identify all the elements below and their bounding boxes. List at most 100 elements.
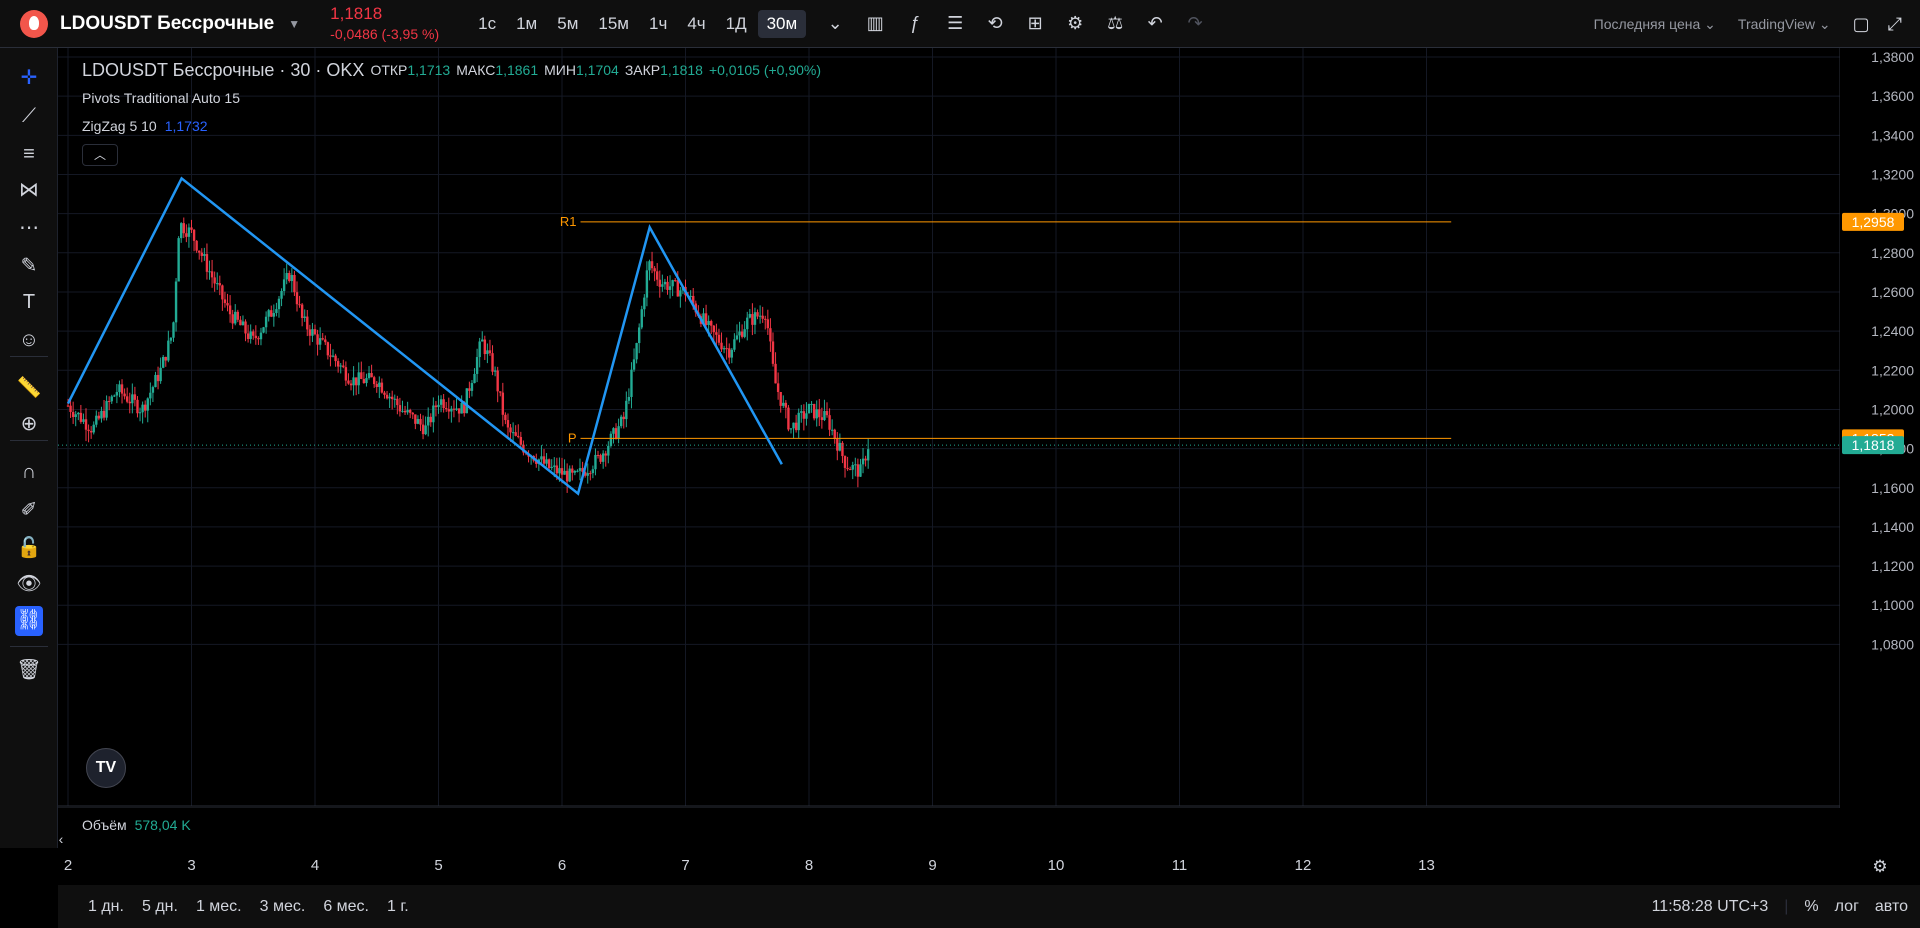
- interval-1d[interactable]: 1Д: [717, 10, 756, 38]
- pattern-icon[interactable]: ⋈: [15, 176, 43, 204]
- lock-drawing-icon[interactable]: ✐: [15, 496, 43, 524]
- candle-body: [563, 470, 566, 475]
- candle-body: [411, 412, 414, 415]
- range-1y[interactable]: 1 г.: [387, 898, 409, 916]
- candle-body: [470, 383, 474, 391]
- settings-icon[interactable]: ⚙: [1064, 13, 1086, 34]
- window-icon[interactable]: ▢: [1853, 14, 1870, 35]
- candle-body: [601, 453, 605, 462]
- alerts-icon[interactable]: ⊞: [1024, 13, 1046, 34]
- indicators-icon[interactable]: ƒ: [904, 13, 926, 34]
- visibility-icon[interactable]: 👁: [15, 570, 43, 598]
- log-toggle[interactable]: лог: [1835, 898, 1859, 916]
- range-6m[interactable]: 6 мес.: [323, 898, 369, 916]
- candle-body: [766, 319, 770, 329]
- candle-body: [578, 468, 582, 471]
- volume-legend: Объём 578,04 K: [82, 817, 191, 833]
- forecast-icon[interactable]: ⋯: [15, 214, 43, 242]
- candle-body: [671, 280, 674, 287]
- interval-4h[interactable]: 4ч: [678, 10, 714, 38]
- clock[interactable]: 11:58:28 UTC+3: [1652, 898, 1769, 916]
- price-axis[interactable]: 1,38001,36001,34001,32001,30001,28001,26…: [1840, 48, 1920, 808]
- candle-body: [336, 361, 340, 367]
- redo-icon[interactable]: ↷: [1184, 13, 1206, 34]
- compare-icon[interactable]: ⚖: [1104, 13, 1126, 34]
- unlock-icon[interactable]: 🔓: [15, 534, 43, 562]
- interval-15m[interactable]: 15м: [589, 10, 638, 38]
- replay-icon[interactable]: ⟲: [984, 13, 1006, 34]
- fullscreen-icon[interactable]: ⤢: [1888, 14, 1902, 35]
- link-icon[interactable]: ⛓: [15, 606, 43, 636]
- candle-body: [285, 273, 288, 280]
- candle-body: [596, 454, 600, 456]
- candle-body: [293, 274, 296, 293]
- interval-chevron-icon[interactable]: ⌄: [824, 13, 846, 34]
- ruler-icon[interactable]: 📏: [15, 374, 43, 402]
- r1-badge-value: 1,2958: [1852, 214, 1895, 230]
- collapse-legend-button[interactable]: ︿: [82, 144, 118, 166]
- candle-body: [77, 412, 80, 415]
- candle-body: [725, 348, 728, 350]
- symbol-title[interactable]: LDOUSDT Бессрочные: [60, 13, 274, 35]
- candle-body: [740, 331, 744, 337]
- last-price: 1,1818: [330, 3, 383, 23]
- fib-lines-icon[interactable]: ≡: [15, 140, 43, 168]
- tradingview-logo-icon[interactable]: TV: [86, 748, 126, 788]
- time-tick-label: 12: [1295, 857, 1312, 874]
- candle-body: [190, 227, 193, 230]
- chart-legend: LDOUSDT Бессрочные · 30 · OKX ОТКР 1,1713…: [82, 61, 821, 166]
- candle-body: [794, 422, 798, 431]
- magnet-icon[interactable]: ∩: [15, 458, 43, 486]
- open-value: 1,1713: [407, 62, 451, 78]
- candle-body: [66, 405, 70, 407]
- candle-body: [318, 338, 322, 345]
- auto-toggle[interactable]: авто: [1875, 898, 1908, 916]
- candle-body: [864, 458, 867, 461]
- range-1m[interactable]: 1 мес.: [196, 898, 242, 916]
- candle-body: [658, 279, 661, 287]
- undo-icon[interactable]: ↶: [1144, 13, 1166, 34]
- percent-toggle[interactable]: %: [1804, 898, 1818, 916]
- axis-settings-icon[interactable]: ⚙: [1872, 857, 1887, 876]
- interval-5m[interactable]: 5м: [548, 10, 587, 38]
- zoom-icon[interactable]: ⊕: [15, 410, 43, 438]
- brush-icon[interactable]: ✎: [15, 252, 43, 280]
- pivots-indicator-label[interactable]: Pivots Traditional Auto 15: [82, 90, 821, 106]
- toolbar-divider: [10, 646, 48, 647]
- range-1d[interactable]: 1 дн.: [88, 898, 124, 916]
- brand-dropdown[interactable]: TradingView ⌄: [1738, 16, 1831, 33]
- candle-body: [138, 412, 142, 414]
- emoji-icon[interactable]: ☺: [15, 326, 43, 354]
- price-tick-label: 1,2200: [1871, 362, 1914, 378]
- price-type-dropdown[interactable]: Последняя цена ⌄: [1594, 16, 1716, 33]
- indicator-list-icon[interactable]: ☰: [944, 13, 966, 34]
- candle-body: [203, 254, 206, 256]
- chevron-down-icon[interactable]: ▼: [288, 17, 300, 31]
- trend-line-icon[interactable]: ⟋: [15, 102, 43, 130]
- time-axis[interactable]: 2 3 4 5 6 7 8 9 10 11 12 13 ⚙: [58, 848, 1920, 885]
- text-icon[interactable]: T: [15, 288, 43, 316]
- candle-body: [594, 454, 597, 470]
- interval-1s[interactable]: 1с: [469, 10, 505, 38]
- candle-body: [100, 410, 103, 419]
- candle-body: [846, 467, 849, 470]
- candle-body: [715, 332, 718, 335]
- candle-body: [823, 411, 826, 420]
- candle-body: [107, 400, 111, 402]
- candle-body: [198, 250, 201, 253]
- candles-icon[interactable]: ▥: [864, 13, 886, 34]
- range-3m[interactable]: 3 мес.: [260, 898, 306, 916]
- crosshair-icon[interactable]: ✛: [15, 64, 43, 92]
- trash-icon[interactable]: 🗑: [15, 656, 43, 684]
- candle-body: [468, 388, 471, 391]
- interval-1m[interactable]: 1м: [507, 10, 546, 38]
- legend-symbol[interactable]: LDOUSDT Бессрочные · 30 · OKX: [82, 61, 364, 79]
- candle-body: [488, 350, 492, 354]
- candle-body: [653, 268, 656, 272]
- interval-30m[interactable]: 30м: [757, 9, 807, 38]
- range-5d[interactable]: 5 дн.: [142, 898, 178, 916]
- candle-body: [367, 373, 371, 379]
- candle-body: [630, 369, 633, 397]
- interval-1h[interactable]: 1ч: [640, 10, 676, 38]
- zigzag-indicator-row[interactable]: ZigZag 5 10 1,1732: [82, 118, 821, 134]
